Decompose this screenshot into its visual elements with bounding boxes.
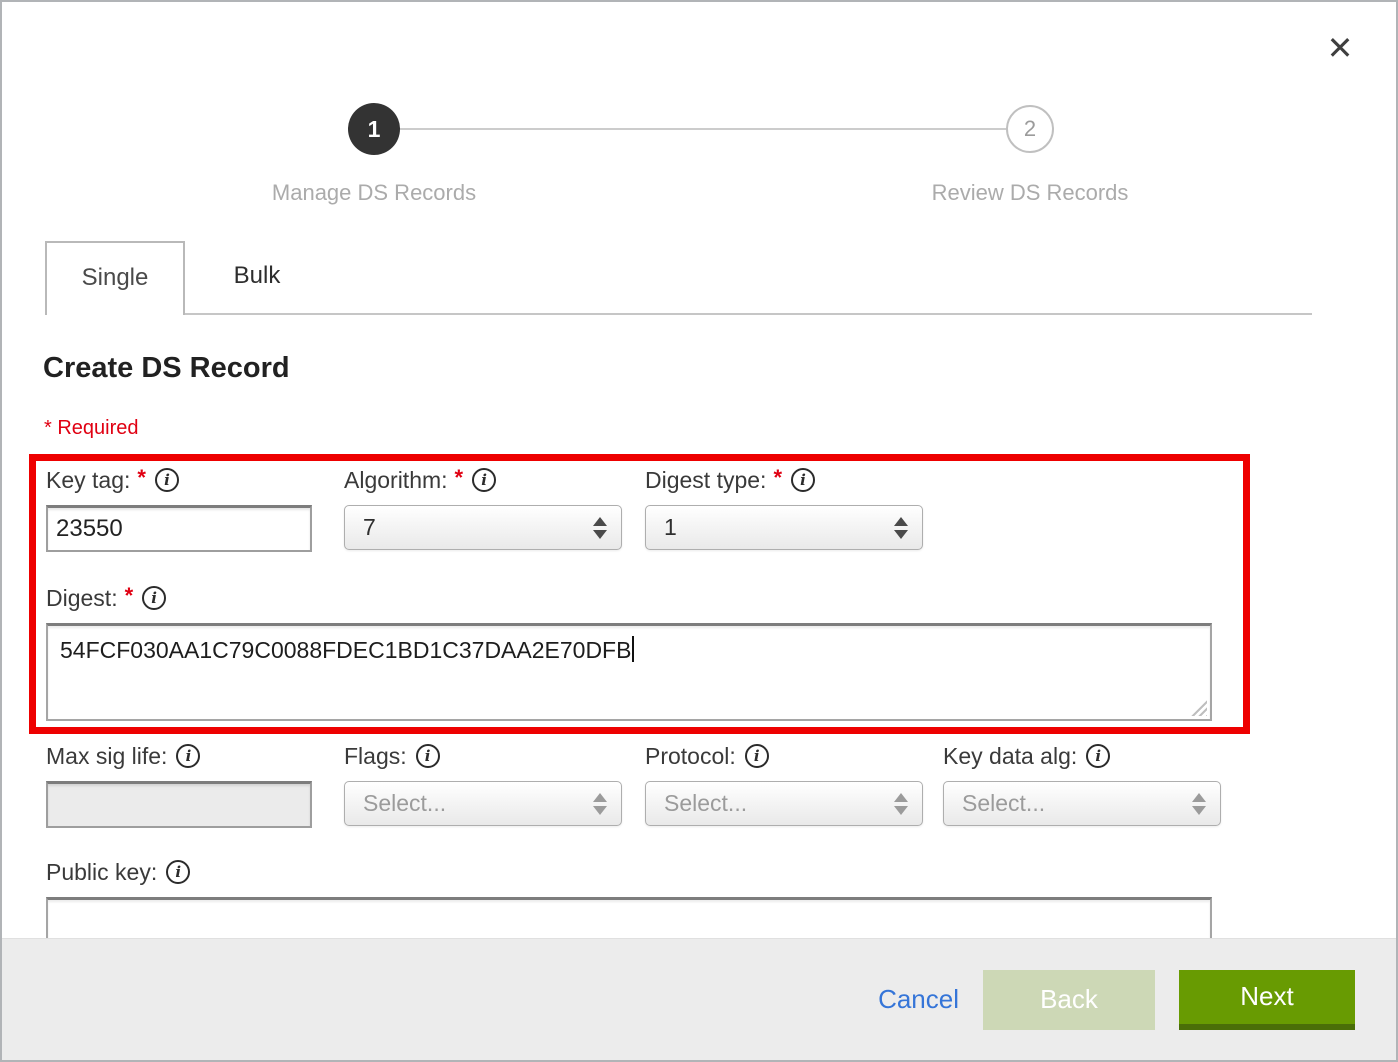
flags-select[interactable]: Select...: [344, 781, 622, 826]
step-2-label: Review DS Records: [932, 180, 1129, 206]
page-title: Create DS Record: [43, 352, 290, 385]
required-asterisk: *: [125, 583, 134, 609]
digest-field: Digest: * i 54FCF030AA1C79C0088FDEC1BD1C…: [46, 583, 1212, 721]
required-asterisk: *: [137, 465, 146, 491]
digest-type-select[interactable]: 1: [645, 505, 923, 550]
key-tag-label: Key tag:: [46, 467, 130, 494]
info-icon[interactable]: i: [791, 468, 815, 492]
info-icon[interactable]: i: [472, 468, 496, 492]
digest-textarea[interactable]: 54FCF030AA1C79C0088FDEC1BD1C37DAA2E70DFB: [46, 623, 1212, 721]
step-1-label: Manage DS Records: [272, 180, 476, 206]
flags-field: Flags: i Select...: [344, 741, 622, 826]
create-ds-record-modal: ✕ 1 2 Manage DS Records Review DS Record…: [0, 0, 1398, 1062]
step-2-indicator: 2: [1006, 105, 1054, 153]
stepper-connector: [374, 128, 1030, 130]
max-sig-life-field: Max sig life: i: [46, 741, 312, 828]
key-data-alg-label: Key data alg:: [943, 743, 1077, 770]
protocol-field: Protocol: i Select...: [645, 741, 923, 826]
step-1-indicator: 1: [348, 103, 400, 155]
select-arrows-icon: [593, 517, 607, 539]
key-data-alg-select-value: Select...: [962, 790, 1192, 817]
next-button[interactable]: Next: [1179, 970, 1355, 1030]
info-icon[interactable]: i: [142, 586, 166, 610]
digest-type-label: Digest type:: [645, 467, 766, 494]
key-data-alg-field: Key data alg: i Select...: [943, 741, 1221, 826]
key-tag-field: Key tag: * i: [46, 465, 312, 552]
flags-label: Flags:: [344, 743, 407, 770]
required-asterisk: *: [773, 465, 782, 491]
select-arrows-icon: [593, 793, 607, 815]
required-note: * Required: [44, 417, 139, 440]
back-button[interactable]: Back: [983, 970, 1155, 1030]
flags-select-value: Select...: [363, 790, 593, 817]
info-icon[interactable]: i: [1086, 744, 1110, 768]
select-arrows-icon: [894, 793, 908, 815]
cancel-button[interactable]: Cancel: [878, 984, 959, 1015]
tab-single[interactable]: Single: [45, 241, 185, 315]
info-icon[interactable]: i: [176, 744, 200, 768]
info-icon[interactable]: i: [155, 468, 179, 492]
digest-label: Digest:: [46, 585, 118, 612]
digest-type-field: Digest type: * i 1: [645, 465, 923, 550]
select-arrows-icon: [1192, 793, 1206, 815]
info-icon[interactable]: i: [416, 744, 440, 768]
info-icon[interactable]: i: [166, 860, 190, 884]
protocol-label: Protocol:: [645, 743, 736, 770]
required-asterisk: *: [455, 465, 464, 491]
key-data-alg-select[interactable]: Select...: [943, 781, 1221, 826]
text-caret: [632, 636, 634, 662]
resize-handle[interactable]: [1190, 699, 1207, 716]
tab-bulk[interactable]: Bulk: [187, 241, 327, 313]
close-icon[interactable]: ✕: [1320, 28, 1360, 68]
max-sig-life-input[interactable]: [46, 781, 312, 828]
protocol-select[interactable]: Select...: [645, 781, 923, 826]
protocol-select-value: Select...: [664, 790, 894, 817]
algorithm-select[interactable]: 7: [344, 505, 622, 550]
key-tag-input[interactable]: [46, 505, 312, 552]
max-sig-life-label: Max sig life:: [46, 743, 167, 770]
select-arrows-icon: [894, 517, 908, 539]
digest-value: 54FCF030AA1C79C0088FDEC1BD1C37DAA2E70DFB: [60, 637, 631, 663]
tab-divider: [45, 313, 1312, 315]
modal-footer: Cancel Back Next: [2, 938, 1396, 1060]
public-key-label: Public key:: [46, 859, 157, 886]
algorithm-label: Algorithm:: [344, 467, 448, 494]
info-icon[interactable]: i: [745, 744, 769, 768]
digest-type-select-value: 1: [664, 514, 894, 541]
algorithm-select-value: 7: [363, 514, 593, 541]
algorithm-field: Algorithm: * i 7: [344, 465, 622, 550]
